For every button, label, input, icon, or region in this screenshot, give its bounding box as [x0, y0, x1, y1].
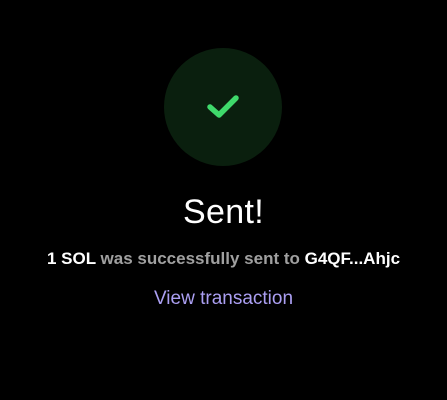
page-title: Sent!	[183, 193, 264, 231]
message-text: was successfully sent to	[95, 249, 305, 268]
recipient-address: G4QF...Ahjc	[304, 249, 401, 268]
send-success-screen: Sent! 1 SOL was successfully sent to G4Q…	[0, 0, 447, 400]
success-indicator	[164, 48, 282, 166]
checkmark-icon	[207, 95, 239, 118]
sent-amount: 1 SOL	[46, 249, 96, 268]
view-transaction-link-row: View transaction	[0, 286, 447, 312]
view-transaction-link[interactable]: View transaction	[154, 288, 293, 309]
success-message: 1 SOL was successfully sent to G4QF...Ah…	[0, 247, 447, 271]
